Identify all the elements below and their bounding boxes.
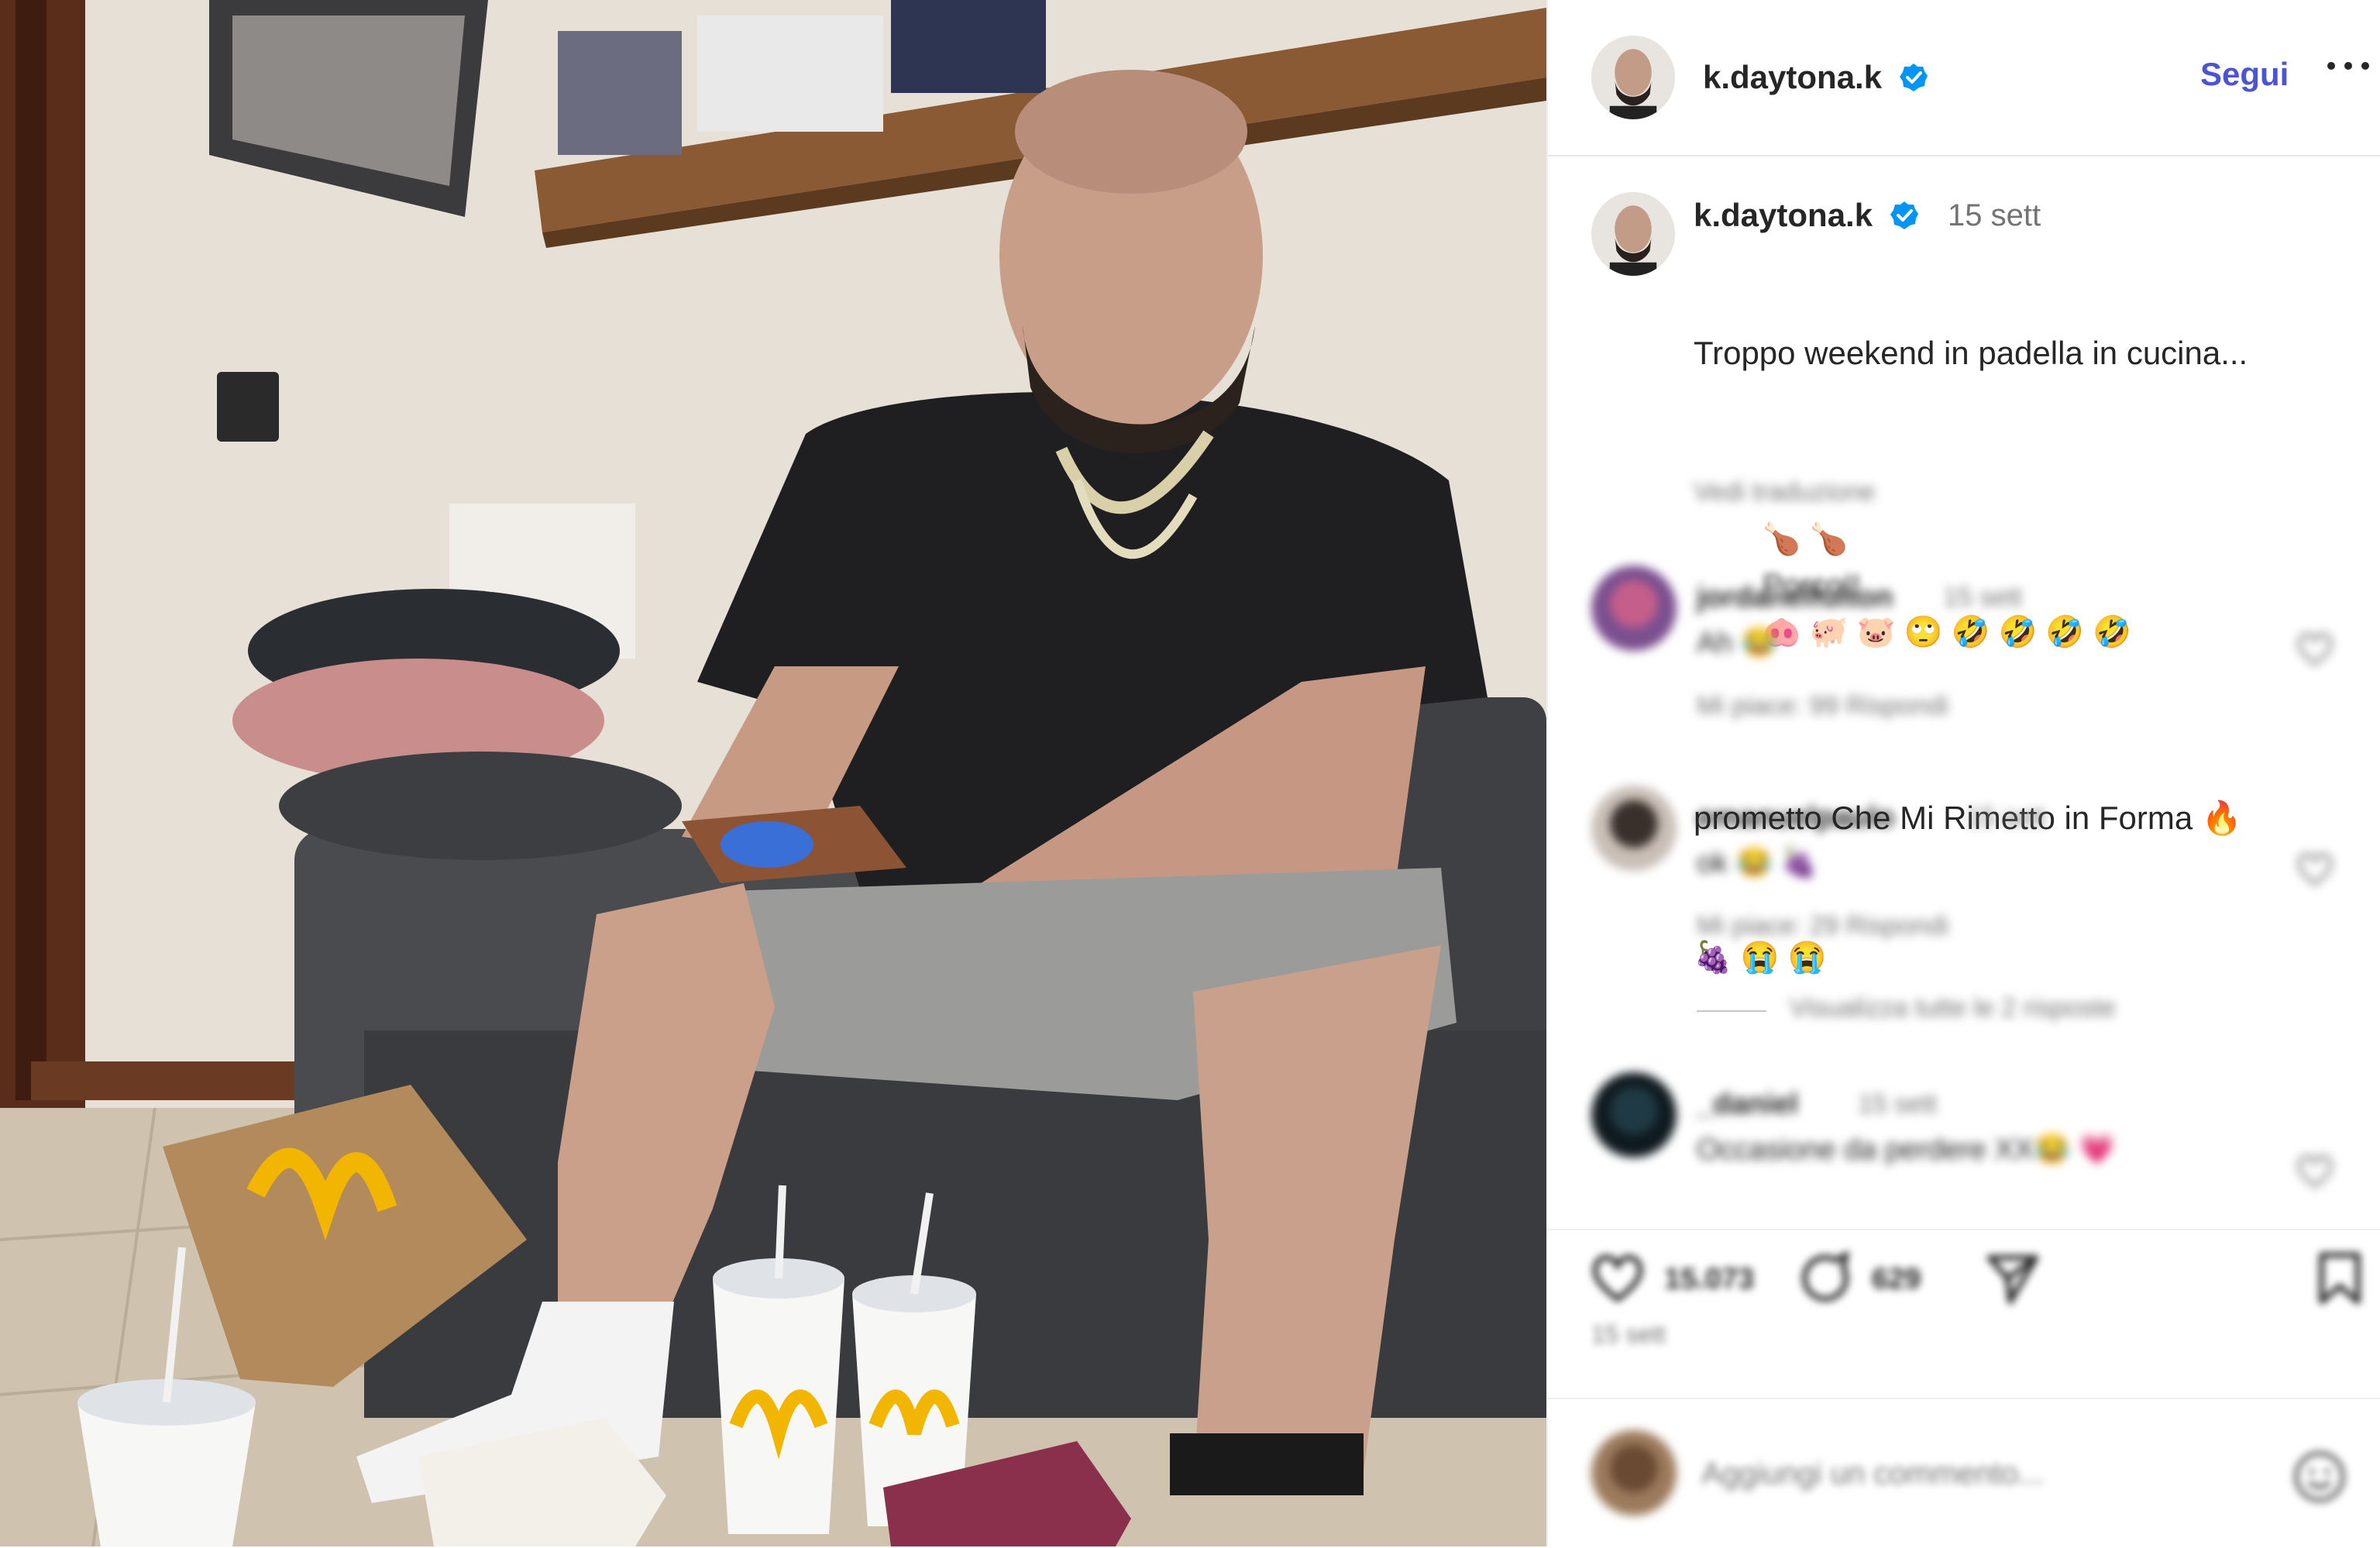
current-user-avatar <box>1591 1430 1677 1515</box>
see-translation-link[interactable]: Vedi traduzione <box>1694 477 1875 507</box>
commenter-username[interactable]: jordanelfulton <box>1697 581 1893 614</box>
caption-line: 🍇 😭 😭 <box>1694 941 1827 975</box>
caption-author-avatar[interactable] <box>1591 192 1675 276</box>
bookmark-icon[interactable] <box>2309 1247 2371 1309</box>
verified-badge-icon <box>1900 64 1928 91</box>
comment-time: 15 sett <box>1943 583 2023 612</box>
heart-icon[interactable] <box>2293 848 2337 891</box>
comment-meta[interactable]: Mi piace: 29 Rispondi <box>1697 911 1948 941</box>
commenter-username[interactable]: emanuelpaulo <box>1697 801 1895 834</box>
follow-button[interactable]: Segui <box>2200 56 2289 93</box>
share-icon[interactable] <box>1982 1247 2044 1309</box>
caption-emoji: 🐽 🐖 🐷 🙄 🤣 🤣 🤣 🤣 <box>1762 615 2132 649</box>
commenter-avatar[interactable] <box>1591 566 1677 651</box>
comment-text: Occasione da perdere XX😂 💗 <box>1697 1133 2116 1166</box>
post-photo[interactable] <box>0 0 1546 1546</box>
heart-icon[interactable] <box>1587 1247 1649 1309</box>
comment-time: 15 sett <box>1966 803 2046 832</box>
post-action-bar: 15.073 629 15 sett <box>1548 1229 2380 1385</box>
caption-line: Troppo weekend in padella in cucina... <box>1694 335 2248 371</box>
author-avatar[interactable] <box>1591 36 1675 119</box>
emoji-icon[interactable] <box>2289 1446 2351 1508</box>
post-header: k.daytona.k Segui <box>1548 0 2380 157</box>
caption-timestamp: 15 sett <box>1948 198 2041 232</box>
verified-badge-icon <box>1890 201 1918 229</box>
post-side-panel: k.daytona.k Segui k.daytona.k 15 sett Tr… <box>1546 0 2380 1546</box>
comments-count[interactable]: 629 <box>1872 1263 1921 1296</box>
view-replies-link[interactable]: Visualizza tutte le 2 risposte <box>1790 993 2116 1023</box>
post-date: 15 sett <box>1591 1320 1666 1348</box>
more-options-icon[interactable] <box>2327 50 2371 81</box>
commenter-username[interactable]: _daniel <box>1697 1088 1798 1121</box>
caption-username[interactable]: k.daytona.k <box>1694 197 1873 234</box>
comment-input[interactable] <box>1700 1446 2276 1502</box>
comment-text: Ah 😂 <box>1697 627 1778 659</box>
comment-icon[interactable] <box>1794 1247 1856 1309</box>
author-username[interactable]: k.daytona.k <box>1703 59 1882 96</box>
post-image <box>0 0 1546 1546</box>
likes-count[interactable]: 15.073 <box>1664 1263 1754 1296</box>
heart-icon[interactable] <box>2293 628 2337 671</box>
comment-composer <box>1548 1398 2380 1548</box>
comment-text: ok 😂 🍇 <box>1697 847 1818 879</box>
comment-meta[interactable]: Mi piace: 99 Rispondi <box>1697 691 1948 721</box>
replies-divider <box>1697 1010 1766 1012</box>
comment-time: 15 sett <box>1858 1089 1938 1119</box>
heart-icon[interactable] <box>2293 1150 2337 1193</box>
commenter-avatar[interactable] <box>1591 786 1677 871</box>
caption-text: Troppo weekend in padella in cucina... 🍗… <box>1694 237 2344 1074</box>
caption-emoji: 🍗 🍗 <box>1762 522 1849 556</box>
commenter-avatar[interactable] <box>1591 1072 1677 1158</box>
